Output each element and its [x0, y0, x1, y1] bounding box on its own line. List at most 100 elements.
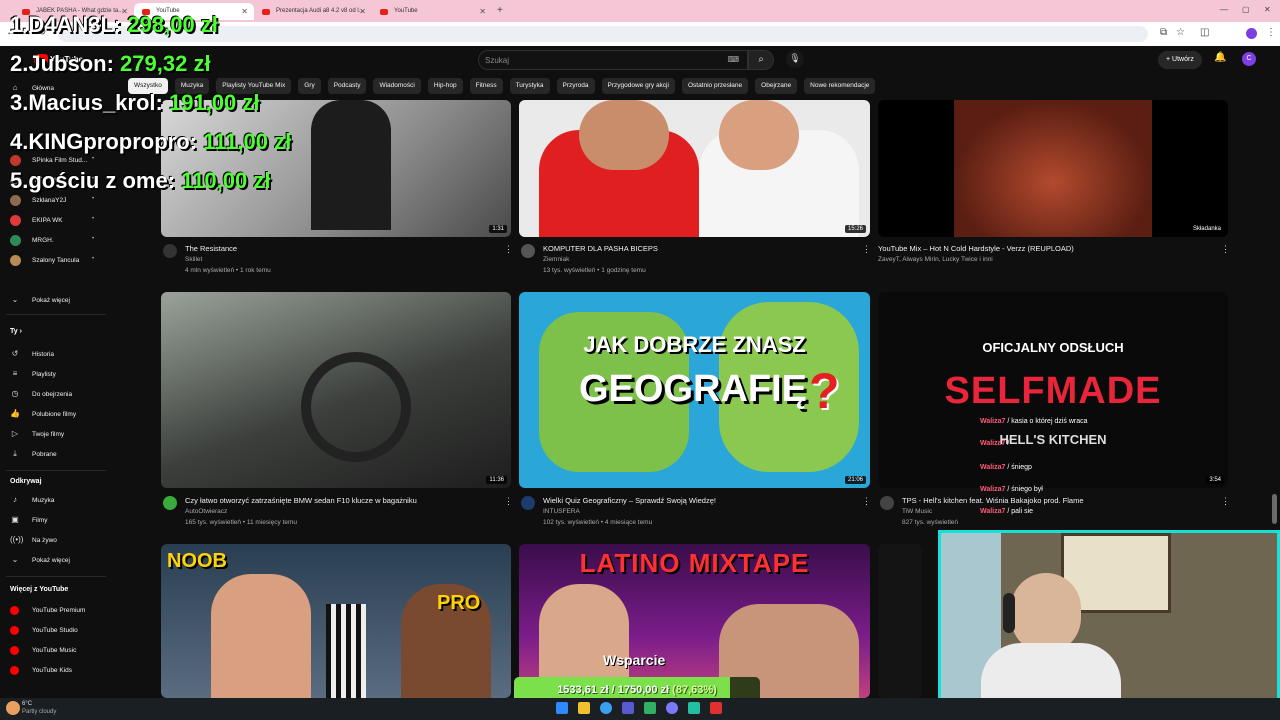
- browser-tab[interactable]: Prezentacja Audi a8 4.2 v8 od l... ✕: [254, 3, 372, 20]
- video-thumbnail[interactable]: 11:36: [161, 292, 511, 488]
- chip-4[interactable]: Podcasty: [327, 78, 367, 94]
- sidebar-item-playlist[interactable]: ≡ Playlisty: [10, 368, 56, 382]
- channel-name[interactable]: TiW Music: [902, 508, 932, 515]
- video-thumbnail[interactable]: Składanka: [878, 100, 1228, 237]
- sidebar-item-play[interactable]: ▷ Twoje filmy: [10, 428, 64, 442]
- sidebar-subscription[interactable]: MRGH. •: [10, 234, 94, 248]
- video-thumbnail[interactable]: [878, 544, 922, 698]
- sidebar-show-more-2[interactable]: ⌄ Pokaż więcej: [10, 554, 70, 568]
- channel-name[interactable]: AutoOtwieracz: [185, 508, 227, 515]
- sidebar-subscription[interactable]: EKIPA WK •: [10, 214, 94, 228]
- app-icon[interactable]: [688, 702, 700, 714]
- sidebar-item-clock[interactable]: ◷ Do obejrzenia: [10, 388, 73, 402]
- app-icon[interactable]: [644, 702, 656, 714]
- extensions-icon[interactable]: ◫: [1200, 27, 1209, 38]
- url-bar[interactable]: [58, 26, 1148, 42]
- sidebar-item-yt-3[interactable]: YouTube Kids: [10, 664, 72, 678]
- keyboard-icon[interactable]: ⌨: [727, 55, 739, 64]
- channel-avatar[interactable]: [880, 496, 894, 510]
- video-thumbnail[interactable]: JAK DOBRZE ZNASZ GEOGRAFIĘ ? 21:06: [519, 292, 870, 488]
- sidebar-you-header[interactable]: Ty ›: [10, 328, 22, 335]
- more-options-icon[interactable]: ⋮: [862, 496, 871, 507]
- chip-10[interactable]: Przygodowe gry akcji: [601, 78, 675, 94]
- maximize-icon[interactable]: ▢: [1242, 5, 1250, 14]
- video-title[interactable]: TPS - Hell's kitchen feat. Wiśnia Bakajo…: [902, 496, 1084, 505]
- app-icon[interactable]: [710, 702, 722, 714]
- channel-name[interactable]: Ziemniak: [543, 256, 569, 263]
- search-button[interactable]: ⌕: [748, 50, 774, 70]
- more-options-icon[interactable]: ⋮: [1221, 244, 1230, 255]
- chip-6[interactable]: Hip-hop: [427, 78, 463, 94]
- scrollbar-thumb[interactable]: [1272, 494, 1277, 524]
- chip-12[interactable]: Obejrzane: [755, 78, 798, 94]
- sidebar-item-film[interactable]: ▣ Filmy: [10, 514, 47, 528]
- sidebar-subscription[interactable]: SPinka Film Stud... •: [10, 154, 94, 168]
- sidebar-item-live[interactable]: ((•)) Na żywo: [10, 534, 57, 548]
- more-options-icon[interactable]: ⋮: [1221, 496, 1230, 507]
- more-options-icon[interactable]: ⋮: [504, 244, 513, 255]
- browser-icon[interactable]: [600, 702, 612, 714]
- app-icon[interactable]: [622, 702, 634, 714]
- channel-avatar[interactable]: [521, 244, 535, 258]
- channel-avatar[interactable]: [521, 496, 535, 510]
- browser-tab[interactable]: YouTube ✕: [372, 3, 492, 20]
- menu-kebab-icon[interactable]: ⋮: [1266, 27, 1276, 38]
- close-tab-icon[interactable]: ✕: [241, 7, 248, 16]
- chip-8[interactable]: Turystyka: [509, 78, 550, 94]
- create-button[interactable]: + Utwórz: [1158, 51, 1202, 69]
- sidebar-subscription[interactable]: Szalony Tancula •: [10, 254, 94, 268]
- video-thumbnail[interactable]: LATINO MIXTAPE Wsparcie: [519, 544, 870, 698]
- sidebar-item-yt-0[interactable]: YouTube Premium: [10, 604, 85, 618]
- extension-icon[interactable]: ⧉: [1160, 27, 1167, 38]
- sidebar-item-music[interactable]: ♪ Muzyka: [10, 494, 54, 508]
- video-title[interactable]: KOMPUTER DLA PASHA BICEPS: [543, 244, 658, 253]
- video-thumbnail[interactable]: OFICJALNY ODSŁUCH SELFMADE HELL'S KITCHE…: [878, 292, 1228, 488]
- video-thumbnail[interactable]: NOOB PRO: [161, 544, 511, 698]
- youtube-red-logo-icon: [10, 626, 19, 635]
- chip-9[interactable]: Przyroda: [556, 78, 595, 94]
- channel-avatar[interactable]: [163, 244, 177, 258]
- video-title[interactable]: The Resistance: [185, 244, 237, 253]
- new-tab-icon[interactable]: +: [497, 5, 503, 16]
- sidebar-item-yt-2[interactable]: YouTube Music: [10, 644, 76, 658]
- sidebar-explore-header: Odkrywaj: [10, 478, 42, 485]
- more-options-icon[interactable]: ⋮: [504, 496, 513, 507]
- channel-name[interactable]: INTUSFERA: [543, 508, 580, 515]
- bookmark-star-icon[interactable]: ☆: [1176, 27, 1185, 38]
- more-options-icon[interactable]: ⋮: [862, 244, 871, 255]
- sidebar-show-more[interactable]: ⌄ Pokaż więcej: [10, 294, 70, 308]
- video-title[interactable]: Czy łatwo otworzyć zatrzaśnięte BMW seda…: [185, 496, 417, 505]
- sidebar-item-yt-1[interactable]: YouTube Studio: [10, 624, 78, 638]
- voice-search-button[interactable]: 🎙: [786, 50, 804, 68]
- thumbnail-referee: [326, 604, 366, 698]
- account-avatar[interactable]: C: [1242, 52, 1256, 66]
- discord-icon[interactable]: [666, 702, 678, 714]
- weather-icon[interactable]: [6, 701, 20, 715]
- notifications-bell-icon[interactable]: 🔔: [1214, 52, 1226, 63]
- channel-avatar[interactable]: [163, 496, 177, 510]
- search-input[interactable]: Szukaj ⌨: [478, 50, 748, 70]
- sidebar-item-history[interactable]: ↺ Historia: [10, 348, 54, 362]
- sidebar-item-download[interactable]: ⤓ Pobrane: [10, 448, 56, 462]
- minimize-icon[interactable]: —: [1220, 5, 1228, 14]
- close-tab-icon[interactable]: ✕: [479, 7, 486, 16]
- profile-icon[interactable]: [1246, 28, 1257, 39]
- channel-name[interactable]: Skillet: [185, 256, 202, 263]
- chip-13[interactable]: Nowe rekomendacje: [804, 78, 876, 94]
- channel-name[interactable]: ZaveyT, Always Mirin, Lucky Twice i inni: [878, 256, 993, 263]
- chip-5[interactable]: Wiadomości: [373, 78, 421, 94]
- sidebar-subscription[interactable]: SzklanaY2J •: [10, 194, 94, 208]
- sidebar-item-like[interactable]: 👍 Polubione filmy: [10, 408, 76, 422]
- chip-3[interactable]: Gry: [298, 78, 321, 94]
- video-thumbnail[interactable]: 15:26: [519, 100, 870, 237]
- close-window-icon[interactable]: ✕: [1264, 5, 1271, 14]
- close-tab-icon[interactable]: ✕: [359, 7, 366, 16]
- video-title[interactable]: YouTube Mix – Hot N Cold Hardstyle - Ver…: [878, 244, 1074, 253]
- video-title[interactable]: Wielki Quiz Geograficzny – Sprawdź Swoją…: [543, 496, 716, 505]
- duration-badge: 21:06: [844, 476, 866, 484]
- file-explorer-icon[interactable]: [578, 702, 590, 714]
- chip-7[interactable]: Fitness: [469, 78, 503, 94]
- start-icon[interactable]: [556, 702, 568, 714]
- thumbnail-fighter: [211, 574, 311, 698]
- chip-11[interactable]: Ostatnio przesłane: [681, 78, 749, 94]
